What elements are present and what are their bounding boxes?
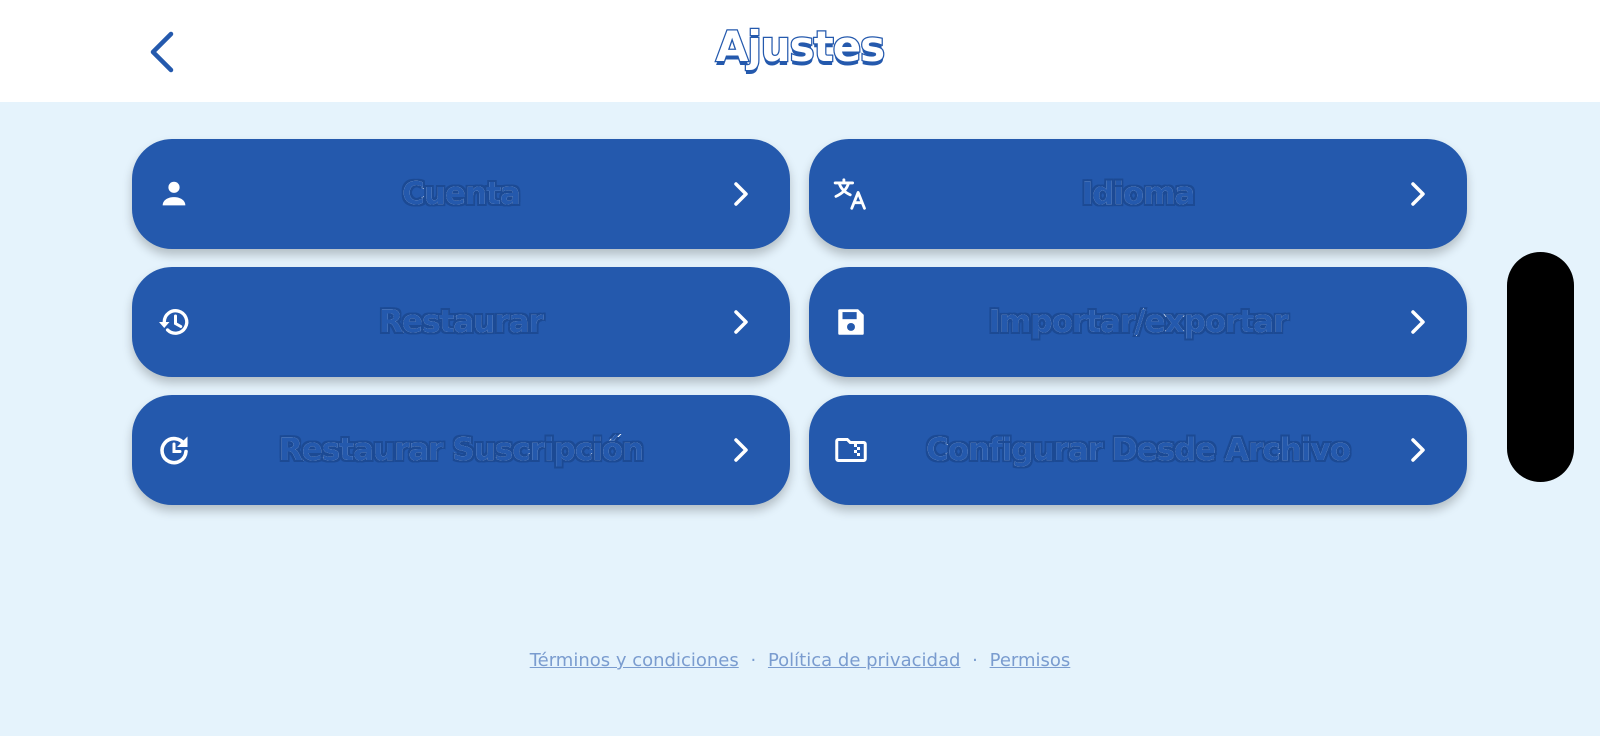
save-icon <box>831 302 871 342</box>
settings-item-restore-subscription[interactable]: Restaurar Suscripción <box>132 395 790 505</box>
chevron-right-icon <box>724 433 758 467</box>
folder-zip-icon <box>831 430 871 470</box>
privacy-link[interactable]: Política de privacidad <box>768 650 960 671</box>
scroll-handle[interactable] <box>1507 252 1574 482</box>
settings-item-label: Cuenta <box>401 175 522 213</box>
settings-item-restore[interactable]: Restaurar <box>132 267 790 377</box>
app-header: Ajustes <box>0 0 1600 102</box>
person-icon <box>154 174 194 214</box>
chevron-right-icon <box>1401 433 1435 467</box>
settings-item-label: Configurar Desde Archivo <box>925 431 1352 469</box>
settings-item-language[interactable]: Idioma <box>809 139 1467 249</box>
history-icon <box>154 302 194 342</box>
permissions-link[interactable]: Permisos <box>990 650 1071 671</box>
chevron-right-icon <box>1401 177 1435 211</box>
footer-separator: · <box>750 650 757 671</box>
page-title: Ajustes <box>715 21 887 73</box>
settings-item-label: Importar/exportar <box>988 303 1290 341</box>
translate-icon <box>831 174 871 214</box>
settings-item-label: Restaurar Suscripción <box>278 431 645 469</box>
chevron-right-icon <box>724 177 758 211</box>
settings-item-config-from-file[interactable]: Configurar Desde Archivo <box>809 395 1467 505</box>
chevron-right-icon <box>1401 305 1435 339</box>
chevron-right-icon <box>724 305 758 339</box>
settings-item-label: Idioma <box>1081 175 1197 213</box>
terms-link[interactable]: Términos y condiciones <box>530 650 739 671</box>
settings-item-label: Restaurar <box>378 303 545 341</box>
footer-separator: · <box>972 650 978 671</box>
settings-item-import-export[interactable]: Importar/exportar <box>809 267 1467 377</box>
restore-icon <box>154 430 194 470</box>
footer-links: Términos y condiciones · Política de pri… <box>0 650 1600 671</box>
settings-item-account[interactable]: Cuenta <box>132 139 790 249</box>
